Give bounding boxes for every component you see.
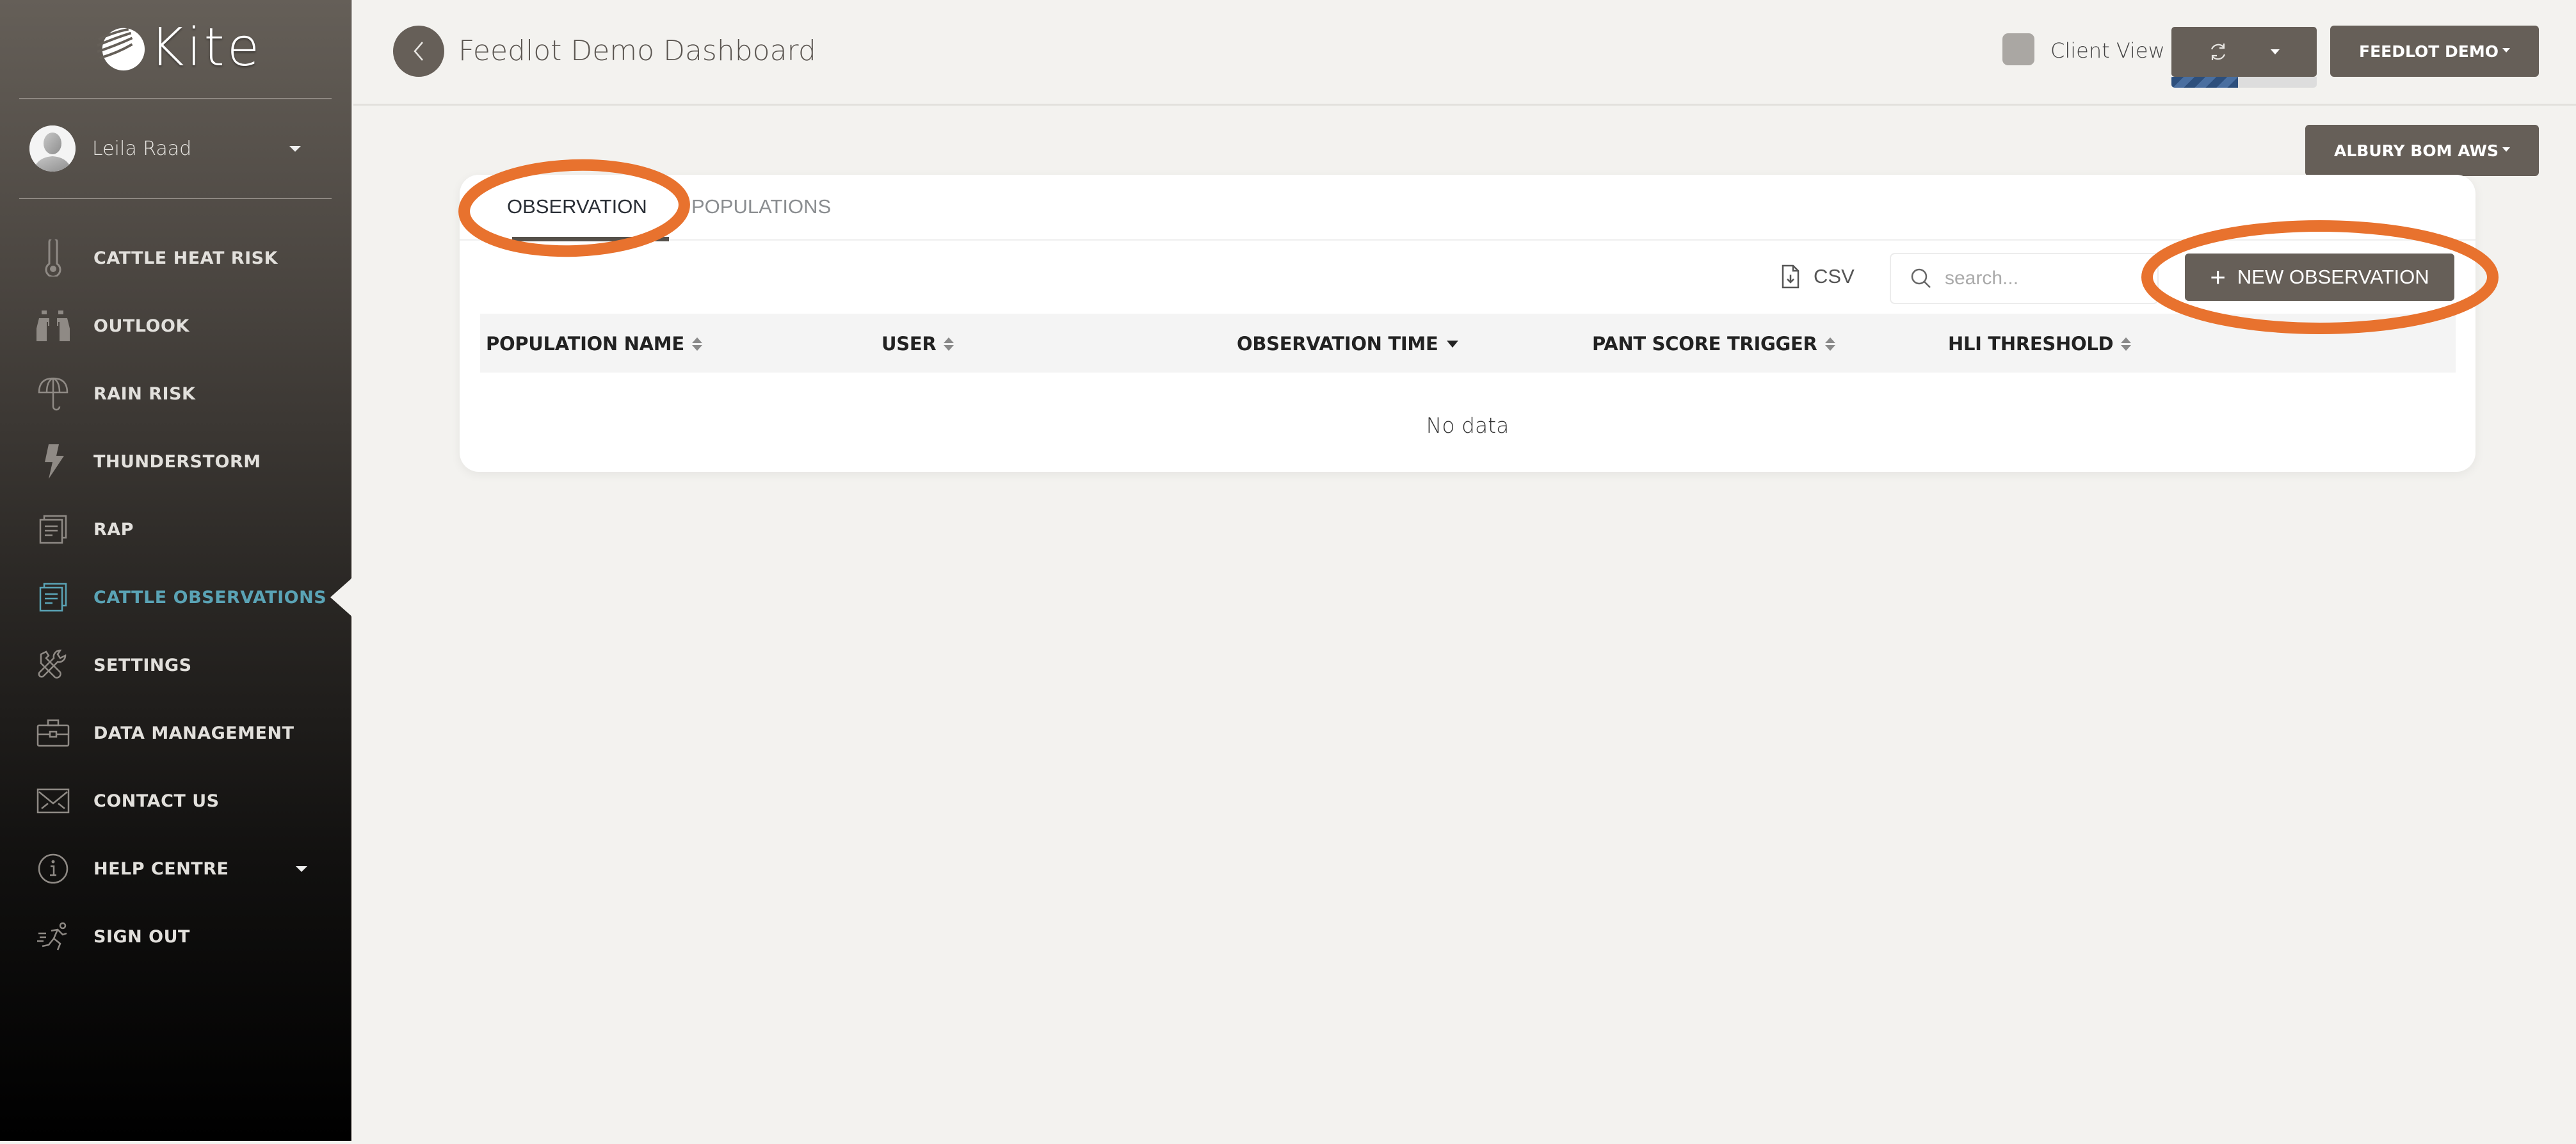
kite-logo-icon: [97, 28, 145, 71]
sidebar-item-help-centre[interactable]: HELP CENTRE: [0, 835, 352, 903]
table-header: POPULATION NAME USER OBSERVATION TIME PA…: [480, 314, 2456, 373]
tab-bar-divider: [460, 239, 2475, 241]
account-dropdown-label: FEEDLOT DEMO: [2359, 42, 2499, 61]
user-dropdown-caret-icon[interactable]: [289, 146, 301, 152]
chevron-down-icon: [2271, 49, 2280, 54]
sidebar-item-label: RAP: [93, 519, 134, 540]
chevron-down-icon: [2502, 47, 2510, 52]
header-divider: [353, 104, 2576, 106]
sort-icon: [944, 337, 954, 351]
envelope-icon: [36, 784, 70, 818]
column-header-population-name[interactable]: POPULATION NAME: [486, 333, 702, 355]
sidebar-item-label: CONTACT US: [93, 791, 220, 811]
column-label: PANT SCORE TRIGGER: [1592, 333, 1817, 355]
sidebar-item-sign-out[interactable]: SIGN OUT: [0, 903, 352, 971]
app-name: Kite: [150, 17, 262, 78]
back-button[interactable]: [393, 26, 444, 77]
refresh-button[interactable]: [2171, 27, 2317, 77]
briefcase-icon: [36, 716, 70, 750]
refresh-progress-bar: [2171, 77, 2317, 88]
account-dropdown-button[interactable]: FEEDLOT DEMO: [2330, 26, 2539, 77]
sort-descending-icon: [1447, 340, 1459, 348]
csv-export-button[interactable]: CSV: [1782, 264, 1855, 289]
chevron-down-icon: [2502, 147, 2511, 152]
column-header-observation-time[interactable]: OBSERVATION TIME: [1237, 333, 1459, 355]
column-label: POPULATION NAME: [486, 333, 684, 355]
sidebar-item-data-management[interactable]: DATA MANAGEMENT: [0, 699, 352, 767]
user-silhouette-icon: [29, 125, 76, 172]
active-tab-indicator: [512, 237, 669, 241]
sidebar-item-label: HELP CENTRE: [93, 858, 229, 879]
user-name: Leila Raad: [92, 137, 192, 160]
plus-icon: +: [2210, 262, 2226, 292]
sidebar-item-rain-risk[interactable]: RAIN RISK: [0, 360, 352, 428]
logo[interactable]: Kite: [96, 19, 262, 77]
csv-label: CSV: [1814, 265, 1855, 287]
document-stack-icon: [36, 580, 70, 615]
chevron-left-icon: [414, 42, 423, 61]
station-dropdown-label: ALBURY BOM AWS: [2333, 141, 2499, 160]
thermometer-icon: [36, 239, 70, 277]
active-indicator: [330, 577, 353, 618]
sort-icon: [2121, 337, 2132, 351]
sidebar-item-rap[interactable]: RAP: [0, 495, 352, 563]
annotation-overlay: [458, 159, 2499, 334]
search-box: [1890, 253, 2159, 304]
station-dropdown-button[interactable]: ALBURY BOM AWS: [2305, 125, 2539, 176]
observations-card: OBSERVATION POPULATIONS CSV + NEW OBSERV…: [460, 175, 2475, 472]
sidebar-item-label: RAIN RISK: [93, 383, 196, 404]
sort-icon: [1824, 337, 1835, 351]
sidebar: Kite Leila Raad CATTLE HEAT RISK OUTLOOK…: [0, 0, 353, 1141]
search-icon: [1911, 268, 1931, 288]
client-view-label: Client View: [2050, 38, 2165, 63]
sidebar-item-label: CATTLE HEAT RISK: [93, 248, 278, 268]
lightning-icon: [36, 444, 70, 479]
avatar: [29, 125, 76, 172]
sidebar-item-thunderstorm[interactable]: THUNDERSTORM: [0, 428, 352, 495]
sidebar-divider: [19, 198, 332, 199]
binoculars-icon: [36, 309, 70, 343]
file-download-icon: [1782, 264, 1799, 289]
column-header-pant-score-trigger[interactable]: PANT SCORE TRIGGER: [1592, 333, 1835, 355]
progress-fill: [2171, 77, 2239, 88]
user-menu[interactable]: Leila Raad: [29, 125, 311, 172]
column-label: OBSERVATION TIME: [1237, 333, 1438, 355]
app-root: Kite Leila Raad CATTLE HEAT RISK OUTLOOK…: [0, 0, 2576, 1144]
new-observation-button[interactable]: + NEW OBSERVATION: [2185, 254, 2454, 301]
document-stack-icon: [36, 512, 70, 547]
sidebar-item-outlook[interactable]: OUTLOOK: [0, 292, 352, 360]
tab-observation[interactable]: OBSERVATION: [507, 195, 647, 218]
sidebar-item-cattle-heat-risk[interactable]: CATTLE HEAT RISK: [0, 224, 352, 292]
sidebar-item-settings[interactable]: SETTINGS: [0, 631, 352, 699]
running-person-icon: [36, 919, 70, 954]
refresh-icon: [2210, 44, 2226, 60]
column-header-hli-threshold[interactable]: HLI THRESHOLD: [1948, 333, 2132, 355]
tab-populations[interactable]: POPULATIONS: [691, 195, 831, 218]
sidebar-item-label: SIGN OUT: [93, 926, 190, 947]
sidebar-item-cattle-observations[interactable]: CATTLE OBSERVATIONS: [0, 563, 353, 631]
client-view-checkbox[interactable]: [2002, 33, 2034, 65]
sidebar-item-label: CATTLE OBSERVATIONS: [93, 587, 327, 608]
empty-state-text: No data: [1426, 413, 1509, 438]
umbrella-icon: [36, 376, 70, 411]
page-title: Feedlot Demo Dashboard: [458, 35, 816, 67]
chevron-down-icon[interactable]: [296, 866, 307, 872]
tools-icon: [36, 648, 70, 682]
search-input[interactable]: [1945, 268, 2137, 289]
new-observation-label: NEW OBSERVATION: [2237, 266, 2429, 288]
sort-icon: [691, 337, 702, 351]
column-label: USER: [881, 333, 937, 355]
sidebar-divider: [19, 98, 332, 99]
sidebar-item-contact-us[interactable]: CONTACT US: [0, 767, 352, 835]
sidebar-item-label: SETTINGS: [93, 655, 192, 675]
sidebar-item-label: THUNDERSTORM: [93, 451, 261, 472]
sidebar-item-label: OUTLOOK: [93, 316, 189, 336]
info-icon: [36, 851, 70, 886]
column-header-user[interactable]: USER: [881, 333, 954, 355]
sidebar-item-label: DATA MANAGEMENT: [93, 723, 294, 743]
column-label: HLI THRESHOLD: [1948, 333, 2114, 355]
